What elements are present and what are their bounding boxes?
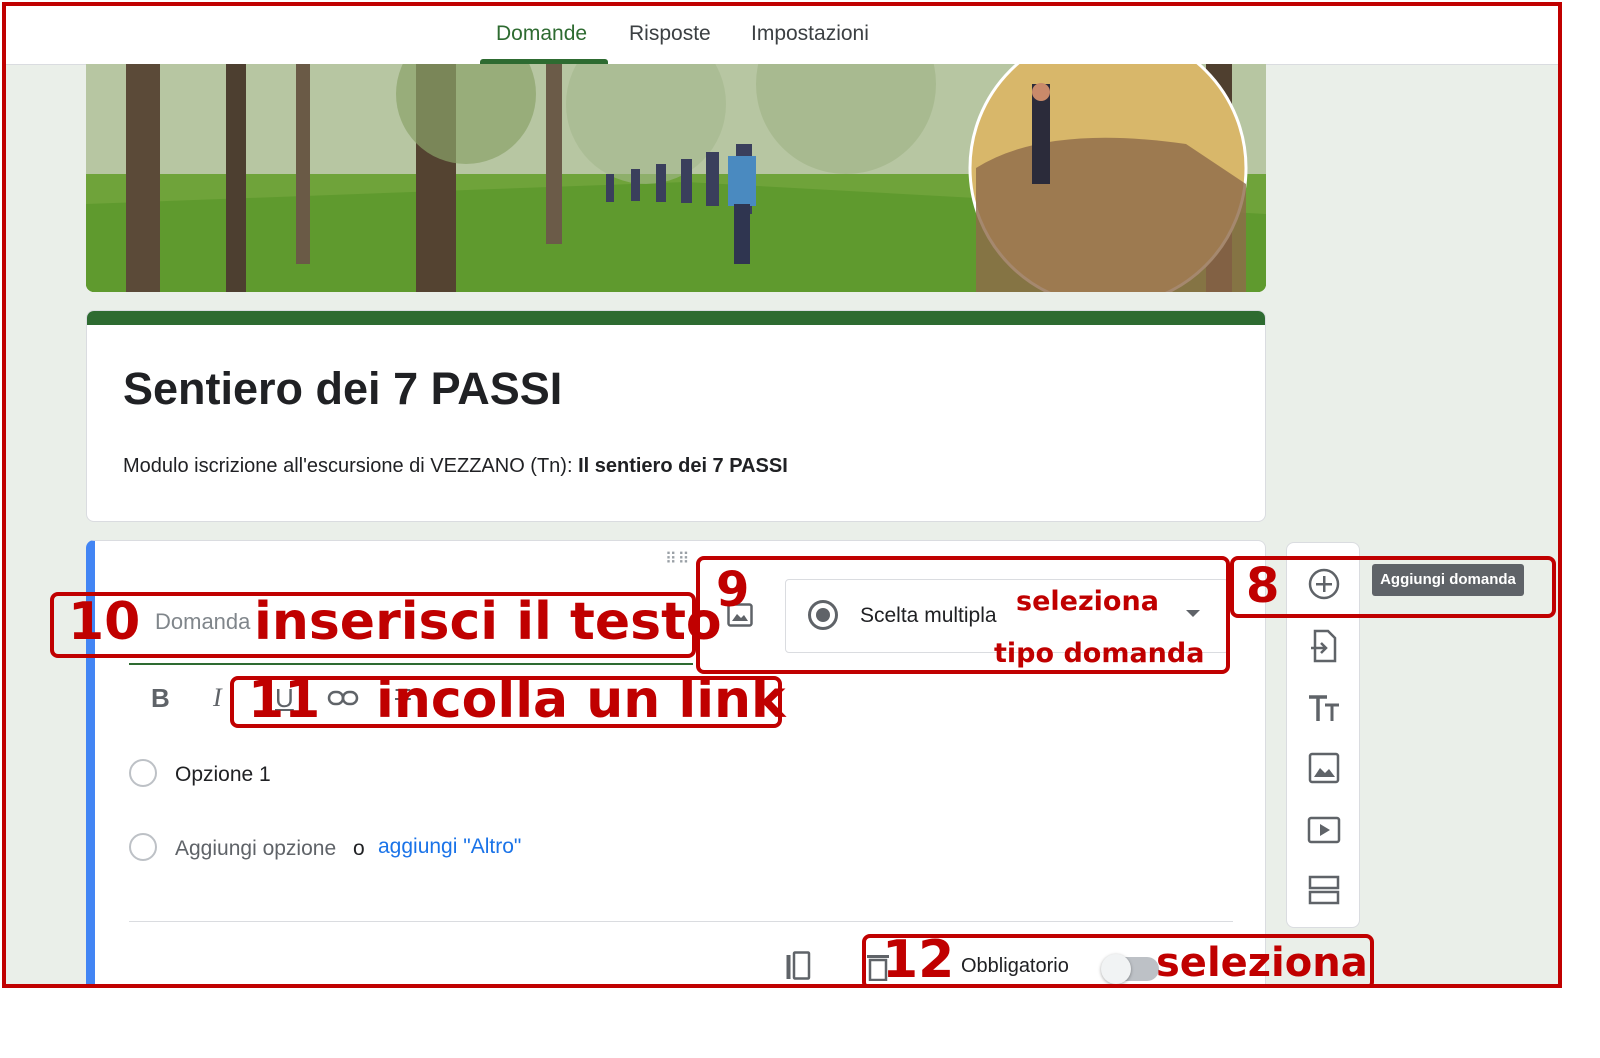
add-title-icon[interactable] xyxy=(1307,691,1341,725)
italic-icon[interactable]: I xyxy=(213,683,222,713)
duplicate-icon[interactable] xyxy=(785,951,811,981)
form-description[interactable]: Modulo iscrizione all'escursione di VEZZ… xyxy=(123,455,788,478)
annotation-text-10: inserisci il testo xyxy=(254,592,722,652)
annotation-number-10: 10 xyxy=(68,592,141,652)
form-title[interactable]: Sentiero dei 7 PASSI xyxy=(123,363,562,415)
annotation-text-12: seleziona xyxy=(1156,940,1368,986)
banner-illustration xyxy=(86,64,1266,292)
header-banner-image xyxy=(86,64,1266,292)
question-input-underline xyxy=(129,663,693,665)
annotation-text-11: incolla un link xyxy=(376,670,786,730)
annotation-text-9-line1: seleziona xyxy=(1016,586,1159,617)
or-label: o xyxy=(353,837,365,860)
tab-impostazioni[interactable]: Impostazioni xyxy=(751,22,869,46)
top-tab-bar: Domande Risposte Impostazioni xyxy=(6,6,1558,65)
annotation-text-9-line2: tipo domanda xyxy=(994,638,1205,669)
add-option-button[interactable]: Aggiungi opzione xyxy=(175,837,336,861)
drag-handle-icon[interactable]: ⠿⠿ xyxy=(665,549,690,569)
form-title-card: Sentiero dei 7 PASSI Modulo iscrizione a… xyxy=(86,310,1266,522)
import-questions-icon[interactable] xyxy=(1307,629,1341,663)
title-card-accent-strip xyxy=(87,311,1265,325)
form-description-text: Modulo iscrizione all'escursione di VEZZ… xyxy=(123,455,579,477)
annotation-number-8: 8 xyxy=(1246,558,1280,614)
tab-domande[interactable]: Domande xyxy=(496,22,587,46)
annotation-number-11: 11 xyxy=(248,670,321,730)
form-description-bold: Il sentiero dei 7 PASSI xyxy=(578,455,788,477)
add-section-icon[interactable] xyxy=(1307,873,1341,907)
add-image-icon[interactable] xyxy=(1307,751,1341,785)
question-footer-divider xyxy=(129,921,1233,922)
option-1-text[interactable]: Opzione 1 xyxy=(175,763,271,787)
option-radio-icon xyxy=(129,759,157,787)
screenshot-frame: Domande Risposte Impostazioni Sentiero d… xyxy=(2,2,1562,988)
tab-risposte[interactable]: Risposte xyxy=(629,22,711,46)
add-option-radio-icon xyxy=(129,833,157,861)
annotation-number-12: 12 xyxy=(882,930,955,988)
add-video-icon[interactable] xyxy=(1307,813,1341,847)
add-other-link[interactable]: aggiungi "Altro" xyxy=(378,835,521,859)
bold-icon[interactable]: B xyxy=(151,683,170,714)
